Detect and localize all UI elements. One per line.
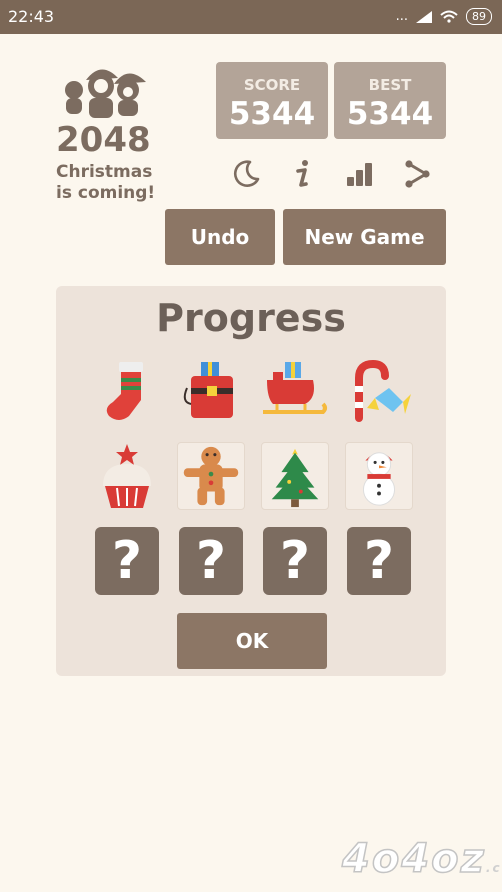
info-icon[interactable] <box>284 156 320 192</box>
moon-icon[interactable] <box>228 156 264 192</box>
undo-button[interactable]: Undo <box>165 209 275 265</box>
locked-tile: ? <box>347 527 411 595</box>
locked-tile: ? <box>95 527 159 595</box>
ok-button[interactable]: OK <box>177 613 327 669</box>
status-bar: 22:43 ... 89 <box>0 0 502 34</box>
battery-indicator: 89 <box>466 8 492 25</box>
locked-tile: ? <box>179 527 243 595</box>
status-time: 22:43 <box>8 7 55 26</box>
watermark-text: 4o4oz <box>341 835 486 883</box>
app-title: 2048 <box>56 120 151 160</box>
stocking-icon <box>93 358 161 426</box>
best-label: BEST <box>368 76 412 94</box>
watermark: 4o4oz.com <box>341 835 502 883</box>
wifi-icon <box>440 10 458 23</box>
snowman-icon <box>345 442 413 510</box>
gingerbread-icon <box>177 442 245 510</box>
best-box: BEST 5344 <box>334 62 446 139</box>
christmas-logo-icon <box>65 69 146 118</box>
locked-tile: ? <box>263 527 327 595</box>
score-label: SCORE <box>243 76 301 94</box>
new-game-button[interactable]: New Game <box>283 209 446 265</box>
candy-cane-icon <box>345 358 413 426</box>
share-icon[interactable] <box>399 156 435 192</box>
score-value: 5344 <box>228 96 316 132</box>
sleigh-icon <box>261 358 329 426</box>
cupcake-icon <box>93 442 161 510</box>
app-subtitle: Christmas is coming! <box>56 162 156 203</box>
signal-dots: ... <box>395 9 408 24</box>
christmas-tree-icon <box>261 442 329 510</box>
cell-signal-icon <box>416 10 432 23</box>
leaderboard-icon[interactable] <box>342 156 378 192</box>
watermark-suffix: .com <box>485 861 502 875</box>
score-box: SCORE 5344 <box>216 62 328 139</box>
gift-bag-icon <box>177 358 245 426</box>
best-value: 5344 <box>346 96 434 132</box>
progress-title: Progress <box>156 296 346 340</box>
